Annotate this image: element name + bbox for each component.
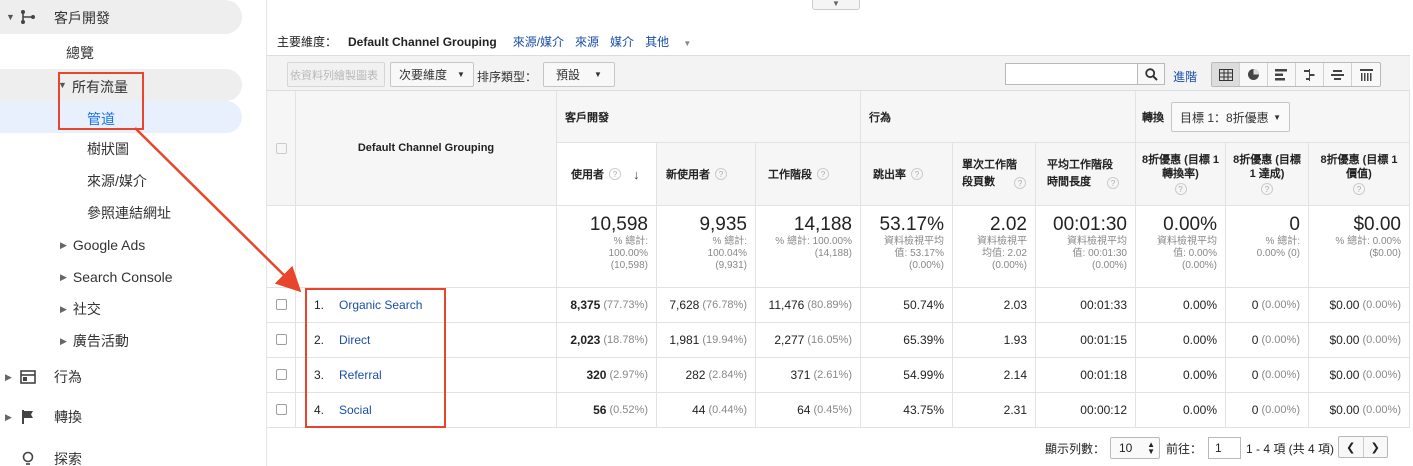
annotation-arrow (134, 127, 302, 293)
